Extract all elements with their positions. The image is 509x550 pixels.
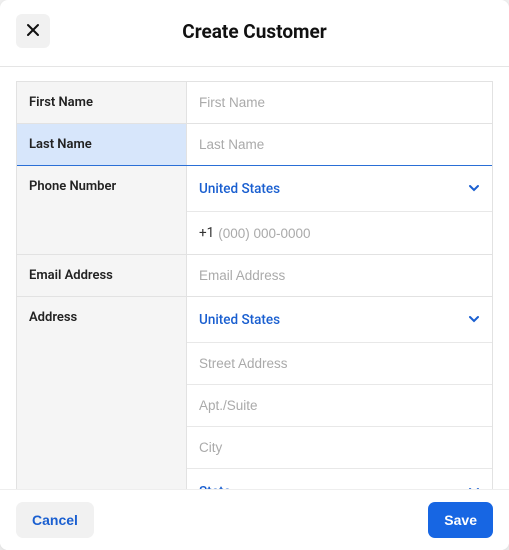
create-customer-modal: Create Customer First Name Last Name xyxy=(0,0,509,550)
row-last-name: Last Name xyxy=(17,124,492,166)
first-name-input[interactable] xyxy=(187,82,492,123)
label-email: Email Address xyxy=(17,255,187,296)
state-select[interactable]: State xyxy=(187,469,492,489)
cancel-button[interactable]: Cancel xyxy=(16,502,94,538)
chevron-down-icon xyxy=(468,310,480,329)
modal-footer: Cancel Save xyxy=(0,489,509,550)
customer-form: First Name Last Name Phone Number xyxy=(16,81,493,489)
city-input[interactable] xyxy=(187,427,492,468)
address-country-select[interactable]: United States xyxy=(187,297,492,343)
row-email: Email Address xyxy=(17,255,492,297)
label-last-name: Last Name xyxy=(17,124,187,165)
row-address: Address United States xyxy=(17,297,492,489)
row-first-name: First Name xyxy=(17,82,492,124)
close-icon xyxy=(26,23,40,40)
modal-header: Create Customer xyxy=(0,0,509,67)
row-phone: Phone Number United States +1 xyxy=(17,166,492,255)
label-address: Address xyxy=(17,297,187,489)
modal-body: First Name Last Name Phone Number xyxy=(0,67,509,489)
label-phone: Phone Number xyxy=(17,166,187,254)
chevron-down-icon xyxy=(468,179,480,198)
chevron-down-icon xyxy=(468,482,480,489)
phone-number-input[interactable] xyxy=(218,226,480,241)
label-first-name: First Name xyxy=(17,82,187,123)
apt-suite-input[interactable] xyxy=(187,385,492,426)
phone-country-select[interactable]: United States xyxy=(187,166,492,212)
email-input[interactable] xyxy=(187,255,492,296)
close-button[interactable] xyxy=(16,14,50,48)
address-country-value: United States xyxy=(199,312,280,328)
last-name-input[interactable] xyxy=(187,124,492,165)
phone-prefix: +1 xyxy=(199,225,214,241)
phone-country-value: United States xyxy=(199,181,280,197)
modal-title: Create Customer xyxy=(182,20,326,43)
save-button[interactable]: Save xyxy=(428,502,493,538)
street-address-input[interactable] xyxy=(187,343,492,384)
